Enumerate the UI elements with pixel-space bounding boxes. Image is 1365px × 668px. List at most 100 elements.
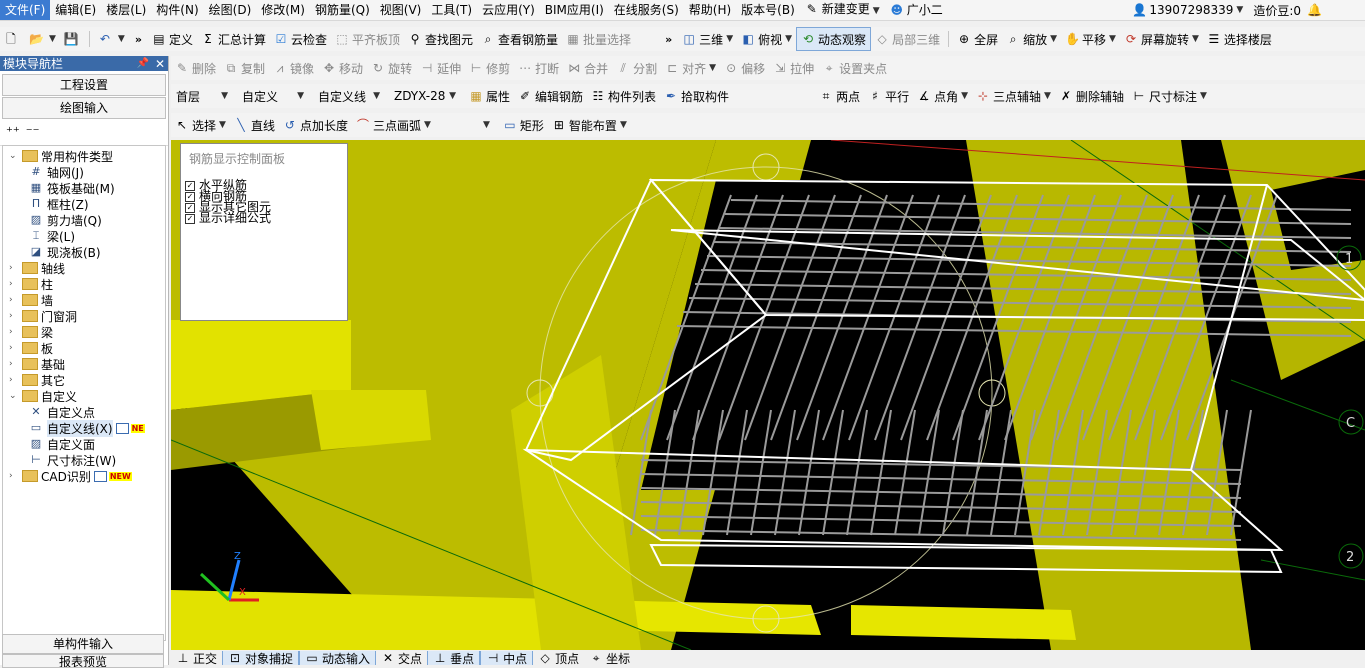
tree-folder[interactable]: › 其它 — [9, 372, 65, 388]
checkbox-show-formula[interactable]: ✓ 显示详细公式 — [181, 212, 347, 224]
menu-edit[interactable]: 编辑(E) — [50, 0, 101, 20]
ortho-toggle[interactable]: ⊥ 正交 — [171, 651, 222, 665]
menu-file[interactable]: 文件(F) — [0, 0, 51, 20]
trim-button[interactable]: ⊢ 修剪 — [465, 57, 514, 79]
offset-button[interactable]: ⊙ 偏移 — [720, 57, 769, 79]
tree-item[interactable]: Π 框柱(Z) — [29, 196, 89, 212]
expand-arrow-icon[interactable]: › — [9, 279, 19, 289]
expand-arrow-icon[interactable]: › — [9, 311, 19, 321]
point-angle-button[interactable]: ∡ 点角 ▼ — [913, 85, 972, 107]
merge-button[interactable]: ⋈ 合并 — [563, 57, 612, 79]
zoom-button[interactable]: ⌕ 缩放 ▼ — [1002, 28, 1061, 50]
copy-button[interactable]: ⧉ 复制 — [220, 57, 269, 79]
line-button[interactable]: ╲ 直线 — [230, 114, 279, 136]
menu-floor[interactable]: 楼层(L) — [101, 0, 151, 20]
save-button[interactable]: 💾 — [60, 28, 85, 50]
account-phone[interactable]: 13907298339 — [1149, 3, 1233, 17]
delete-axis-button[interactable]: ✗ 删除辅轴 — [1055, 85, 1128, 107]
drawing-input-button[interactable]: 绘图输入 — [2, 97, 166, 119]
collapse-all-icon[interactable]: ⁻⁻ — [26, 125, 40, 140]
tree-item[interactable]: # 轴网(J) — [29, 164, 84, 180]
parallel-button[interactable]: ♯ 平行 — [864, 85, 913, 107]
expand-arrow-icon[interactable]: › — [9, 327, 19, 337]
view-rebar-button[interactable]: ⌕ 查看钢筋量 — [477, 28, 562, 50]
element-name-select[interactable]: ZDYX-28 ▼ — [389, 87, 461, 105]
expand-arrow-icon[interactable]: › — [9, 295, 19, 305]
checkbox-icon[interactable]: ✓ — [185, 213, 195, 224]
midpoint-toggle[interactable]: ⊣ 中点 — [480, 651, 534, 665]
menu-view[interactable]: 视图(V) — [375, 0, 427, 20]
tree-item[interactable]: ▨ 自定义面 — [29, 436, 95, 452]
tree-folder[interactable]: ⌄ 常用构件类型 — [9, 148, 113, 164]
tree-folder[interactable]: › 门窗洞 — [9, 308, 77, 324]
menu-draw[interactable]: 绘图(D) — [204, 0, 257, 20]
tree-folder[interactable]: › 墙 — [9, 292, 53, 308]
assistant-menu[interactable]: ☻ 广小二 — [885, 0, 948, 20]
menu-help[interactable]: 帮助(H) — [684, 0, 736, 20]
collapse-arrow-icon[interactable]: ⌄ — [9, 151, 19, 161]
category-select[interactable]: 自定义 ▼ — [237, 87, 309, 105]
set-grip-button[interactable]: ⌖ 设置夹点 — [818, 57, 891, 79]
find-element-button[interactable]: ⚲ 查找图元 — [404, 28, 477, 50]
tree-folder[interactable]: › 轴线 — [9, 260, 65, 276]
tree-item[interactable]: ⊢ 尺寸标注(W) — [29, 452, 116, 468]
menu-bim[interactable]: BIM应用(I) — [540, 0, 609, 20]
element-list-button[interactable]: ☷ 构件列表 — [587, 85, 660, 107]
view-3d-button[interactable]: ◫ 三维 ▼ — [678, 28, 737, 50]
flat-top-button[interactable]: ⬚ 平齐板顶 — [331, 28, 404, 50]
tree-item[interactable]: ▦ 筏板基础(M) — [29, 180, 115, 196]
menu-online[interactable]: 在线服务(S) — [609, 0, 684, 20]
dynamic-input-toggle[interactable]: ▭ 动态输入 — [299, 651, 377, 665]
menu-element[interactable]: 构件(N) — [151, 0, 203, 20]
collapse-arrow-icon[interactable]: ⌄ — [9, 391, 19, 401]
select-button[interactable]: ↖ 选择 ▼ — [171, 114, 230, 136]
align-button[interactable]: ⊏ 对齐 ▼ — [661, 57, 720, 79]
expand-arrow-icon[interactable]: › — [9, 343, 19, 353]
more-icon[interactable]: » — [665, 33, 672, 46]
close-icon[interactable]: ✕ — [155, 57, 165, 71]
move-button[interactable]: ✥ 移动 — [318, 57, 367, 79]
new-file-button[interactable]: 🗋 — [0, 28, 25, 50]
new-change-menu[interactable]: ✎ 新建变更 ▼ — [800, 0, 885, 20]
perpendicular-toggle[interactable]: ⊥ 垂点 — [427, 651, 481, 665]
extend-button[interactable]: ⊣ 延伸 — [416, 57, 465, 79]
menu-tools[interactable]: 工具(T) — [426, 0, 477, 20]
open-file-button[interactable]: 📂 ▼ — [25, 28, 60, 50]
tree-item[interactable]: ⌶ 梁(L) — [29, 228, 75, 244]
report-preview-button[interactable]: 报表预览 — [2, 654, 164, 668]
delete-button[interactable]: ✎ 删除 — [171, 57, 220, 79]
pick-element-button[interactable]: ✒ 拾取构件 — [660, 85, 733, 107]
dimension-button[interactable]: ⊢ 尺寸标注 ▼ — [1128, 85, 1211, 107]
dynamic-observe-button[interactable]: ⟲ 动态观察 — [796, 27, 872, 51]
property-button[interactable]: ▦ 属性 — [465, 85, 514, 107]
screen-rotate-button[interactable]: ⟳ 屏幕旋转 ▼ — [1120, 28, 1203, 50]
tree-folder[interactable]: › 板 — [9, 340, 53, 356]
expand-all-icon[interactable]: ⁺⁺ — [6, 125, 20, 140]
arc-three-button[interactable]: ⌒ 三点画弧 ▼ — [352, 114, 435, 136]
split-button[interactable]: ⫽ 分割 — [612, 57, 661, 79]
menu-version[interactable]: 版本号(B) — [736, 0, 800, 20]
3d-viewport[interactable]: 1 C 2 Z X — [171, 140, 1365, 650]
point-length-button[interactable]: ↺ 点加长度 — [279, 114, 352, 136]
undo-button[interactable]: ↶ ▼ — [94, 28, 129, 50]
pin-icon[interactable]: 📌 — [136, 58, 148, 69]
cloud-check-button[interactable]: ☑ 云检查 — [270, 28, 331, 50]
expand-arrow-icon[interactable]: › — [9, 359, 19, 369]
single-input-button[interactable]: 单构件输入 — [2, 634, 164, 654]
expand-arrow-icon[interactable]: › — [9, 263, 19, 273]
tree-item[interactable]: ✕ 自定义点 — [29, 404, 95, 420]
tree-folder[interactable]: › CAD识别 NEW — [9, 468, 132, 484]
vertex-toggle[interactable]: ◇ 顶点 — [533, 651, 584, 665]
project-settings-button[interactable]: 工程设置 — [2, 74, 166, 96]
floor-select[interactable]: 首层 ▼ — [171, 87, 233, 105]
tree-item[interactable]: ▨ 剪力墙(Q) — [29, 212, 102, 228]
checkbox-icon[interactable]: ✓ — [185, 180, 195, 191]
element-type-select[interactable]: 自定义线 ▼ — [313, 87, 385, 105]
tree-item[interactable]: ◪ 现浇板(B) — [29, 244, 101, 260]
three-point-axis-button[interactable]: ⊹ 三点辅轴 ▼ — [972, 85, 1055, 107]
select-floor-button[interactable]: ☰ 选择楼层 — [1203, 28, 1276, 50]
more-icon[interactable]: » — [135, 33, 142, 46]
arc-option-select[interactable]: ▼ — [435, 116, 495, 134]
sum-calc-button[interactable]: Σ 汇总计算 — [197, 28, 270, 50]
object-snap-toggle[interactable]: ⊡ 对象捕捉 — [222, 651, 300, 665]
